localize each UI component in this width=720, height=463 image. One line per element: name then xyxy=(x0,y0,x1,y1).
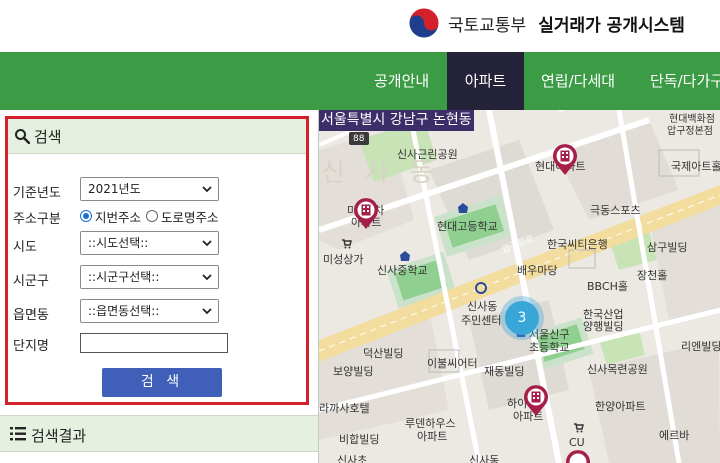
sido-select[interactable]: ::시도선택:: xyxy=(80,231,219,255)
year-select[interactable]: 2021년도 xyxy=(80,177,219,201)
map-label: CU xyxy=(569,436,585,449)
results-title: 검색결과 xyxy=(31,427,87,445)
sigungu-select[interactable]: ::시군구선택:: xyxy=(80,265,219,289)
year-label: 기준년도 xyxy=(13,186,61,201)
map-label: 리엔빌딩 xyxy=(681,340,720,353)
map-label: 장천홀 xyxy=(637,269,668,282)
school-icon xyxy=(458,203,468,213)
main-nav: 공개안내 아파트 연립/다세대 단독/다가구 xyxy=(0,52,720,110)
magnifier-icon xyxy=(15,129,30,144)
map-label: 국제아트홀 xyxy=(671,160,720,173)
address-type-group: 지번주소 도로명주소 xyxy=(80,207,219,225)
sigungu-select-value: ::시군구선택:: xyxy=(88,270,160,284)
map-label: 신사동 xyxy=(469,454,500,463)
search-panel: 검색 기준년도 2021년도 주소구분 지번주소 도로명주소 시도 ::시도선택… xyxy=(5,116,309,405)
shopping-cart-icon xyxy=(574,423,584,433)
map-label: 미성상가 xyxy=(323,253,364,266)
map-label: 비합빌딩 xyxy=(339,433,380,446)
complex-name-input[interactable] xyxy=(80,333,228,353)
map-label: 신사근린공원 xyxy=(397,148,458,161)
eupmyeondong-label: 읍면동 xyxy=(13,308,49,323)
left-panel: 검색 기준년도 2021년도 주소구분 지번주소 도로명주소 시도 ::시도선택… xyxy=(0,110,318,463)
map-label: 에르바 xyxy=(659,429,690,442)
nav-item-detached[interactable]: 단독/다가구 xyxy=(650,52,720,110)
address-type-label: 주소구분 xyxy=(13,212,61,227)
region-title: 서울특별시 강남구 논현동 xyxy=(319,110,474,131)
map-label: BBCH홀 xyxy=(587,280,628,293)
map-label: 아파트 xyxy=(417,430,448,443)
road-name-radio-label: 도로명주소 xyxy=(161,209,219,225)
map-label: 신사중학교 xyxy=(377,264,428,277)
map-label: 현대고등학교 xyxy=(437,220,498,233)
map-label: 한양아파트 xyxy=(595,400,646,413)
shopping-cart-icon xyxy=(342,239,352,249)
map-label: 초등학교 xyxy=(529,341,570,354)
road-number: 88 xyxy=(353,134,365,144)
jibun-radio[interactable] xyxy=(80,210,92,222)
apartment-marker-icon[interactable] xyxy=(552,144,578,176)
map-label: 라까사호텔 xyxy=(319,402,370,415)
map-label: 이불씨어터 xyxy=(427,357,478,370)
apartment-marker-icon[interactable] xyxy=(523,385,549,417)
apartment-marker-icon[interactable] xyxy=(565,450,591,463)
sido-select-value: ::시도선택:: xyxy=(88,236,149,250)
marker-cluster[interactable]: 3 xyxy=(505,301,539,335)
map-label: 신사초 xyxy=(337,454,368,463)
map-label: 삼구빌딩 xyxy=(647,241,688,254)
map-label: 배우마당 xyxy=(517,264,558,277)
jibun-radio-label: 지번주소 xyxy=(95,209,142,225)
eupmyeondong-select-value: ::읍면동선택:: xyxy=(88,304,160,318)
year-select-value: 2021년도 xyxy=(88,182,141,196)
ministry-name: 국토교통부 xyxy=(448,15,527,36)
map-label: 덕산빌딩 xyxy=(363,347,404,360)
search-button[interactable]: 검 색 xyxy=(102,368,222,397)
map-view[interactable]: 서울특별시 강남구 논현동 신 사 동 88 신사근린공원 현대아파트 현대백화… xyxy=(319,110,720,463)
map-label: 재동빌딩 xyxy=(484,365,525,378)
results-header: 검색결과 xyxy=(0,415,318,452)
complex-name-label: 단지명 xyxy=(13,339,49,354)
list-icon xyxy=(10,427,26,441)
nav-item-apartment[interactable]: 아파트 xyxy=(447,52,524,110)
chevron-down-icon xyxy=(202,308,212,315)
top-header: 국토교통부 실거래가 공개시스템 xyxy=(0,0,720,52)
school-icon xyxy=(400,251,410,261)
chevron-down-icon xyxy=(202,186,212,193)
site-brand[interactable]: 국토교통부 실거래가 공개시스템 xyxy=(408,6,685,40)
nav-item-townhouse[interactable]: 연립/다세대 xyxy=(541,52,615,110)
road-name-radio[interactable] xyxy=(146,210,159,222)
map-label: 보양빌딩 xyxy=(333,365,374,378)
taegeuk-emblem-icon xyxy=(408,7,440,39)
office-icon xyxy=(475,282,487,294)
sido-label: 시도 xyxy=(13,240,37,255)
chevron-down-icon xyxy=(202,240,212,247)
map-label: 압구정본점 xyxy=(667,126,713,137)
system-title: 실거래가 공개시스템 xyxy=(538,15,685,36)
search-header: 검색 xyxy=(8,119,306,154)
map-label: 양행빌딩 xyxy=(583,320,624,333)
eupmyeondong-select[interactable]: ::읍면동선택:: xyxy=(80,299,219,323)
chevron-down-icon xyxy=(202,274,212,281)
map-label: 한국씨티은행 xyxy=(547,238,608,251)
search-title: 검색 xyxy=(34,128,62,146)
map-label: 극동스포츠 xyxy=(590,204,641,217)
nav-item-info[interactable]: 공개안내 xyxy=(374,52,429,110)
sigungu-label: 시군구 xyxy=(13,274,49,289)
apartment-marker-icon[interactable] xyxy=(353,198,379,230)
map-label: 주민센터 xyxy=(461,314,502,327)
map-label: 신사목련공원 xyxy=(587,363,648,376)
